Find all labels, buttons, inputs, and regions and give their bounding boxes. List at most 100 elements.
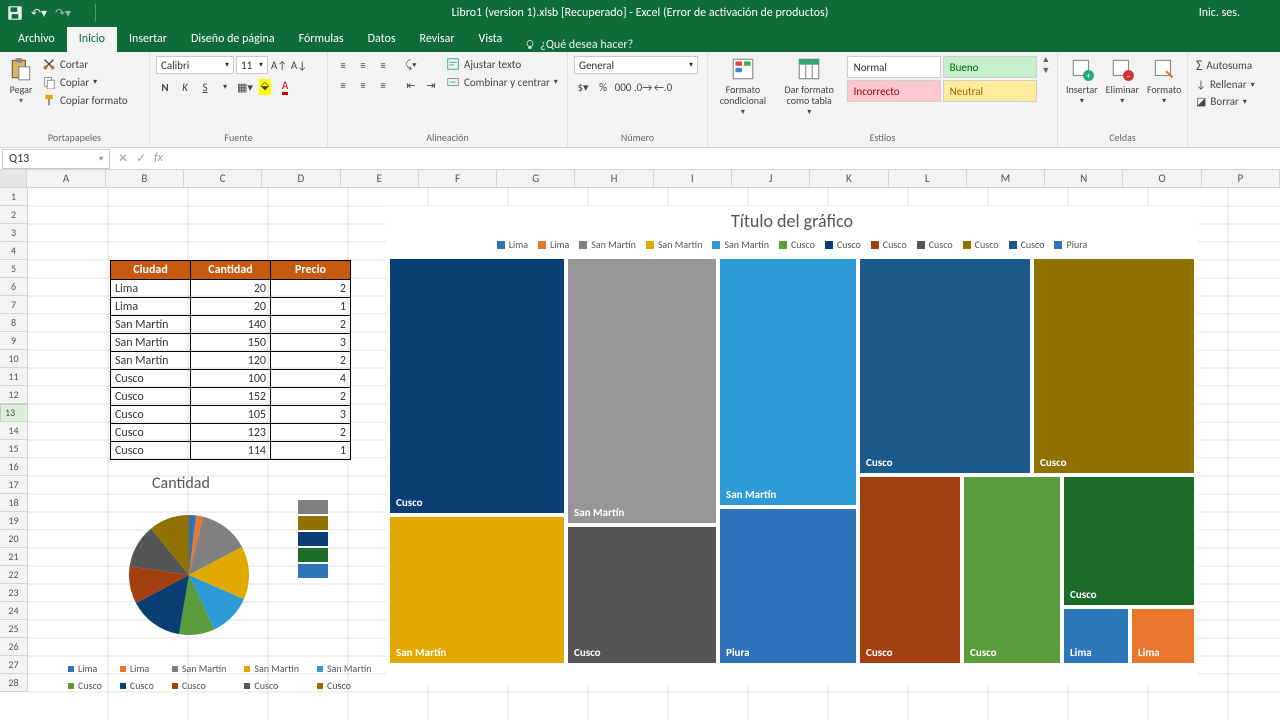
treemap-cell[interactable]: Cusco	[858, 257, 1032, 475]
row-header[interactable]: 2	[0, 206, 28, 224]
row-header[interactable]: 16	[0, 458, 28, 476]
row-header[interactable]: 3	[0, 224, 28, 242]
row-header[interactable]: 9	[0, 332, 28, 350]
select-all[interactable]	[0, 170, 27, 187]
table-row[interactable]: San Martín1202	[111, 352, 351, 370]
bold-button[interactable]: N	[156, 78, 174, 96]
row-header[interactable]: 7	[0, 296, 28, 314]
table-row[interactable]: Cusco1004	[111, 370, 351, 388]
tab-datos[interactable]: Datos	[356, 27, 408, 52]
tab-vista[interactable]: Vista	[467, 27, 515, 52]
percent-button[interactable]: %	[594, 78, 612, 96]
tab-formulas[interactable]: Fórmulas	[287, 27, 356, 52]
col-header[interactable]: P	[1202, 170, 1280, 187]
align-middle[interactable]: ≡	[354, 56, 372, 74]
shrink-font-button[interactable]: A↓	[290, 56, 308, 74]
font-name-select[interactable]: Calibri▾	[156, 56, 234, 74]
row-header[interactable]: 18	[0, 494, 28, 512]
treemap-cell[interactable]: Cusco	[1032, 257, 1196, 475]
col-header[interactable]: B	[106, 170, 184, 187]
dec-decimal[interactable]: ←.0	[654, 78, 672, 96]
col-header[interactable]: J	[732, 170, 810, 187]
autosuma-button[interactable]: ΣAutosuma	[1194, 56, 1257, 75]
fx-icon[interactable]: fx	[154, 151, 163, 166]
treemap-cell[interactable]: Cusco	[858, 475, 962, 665]
treemap-cell[interactable]: San Martín	[388, 515, 566, 665]
treemap-cell[interactable]: Lima	[1130, 607, 1196, 665]
col-header[interactable]: L	[889, 170, 967, 187]
row-header[interactable]: 19	[0, 512, 28, 530]
rellenar-button[interactable]: ↓Rellenar▾	[1194, 77, 1257, 92]
col-header[interactable]: O	[1123, 170, 1201, 187]
wrap-text-button[interactable]: Ajustar texto	[444, 56, 560, 72]
font-size-select[interactable]: 11▾	[236, 56, 268, 74]
italic-button[interactable]: K	[176, 78, 194, 96]
treemap-chart[interactable]: Título del gráfico LimaLimaSan MartínSan…	[386, 206, 1198, 686]
pie-chart[interactable]	[104, 500, 274, 654]
row-header[interactable]: 5	[0, 260, 28, 278]
indent-button[interactable]: ⇥	[422, 76, 440, 94]
row-header[interactable]: 22	[0, 566, 28, 584]
name-box[interactable]: Q13▾	[2, 149, 110, 169]
formato-button[interactable]: Formato▾	[1145, 54, 1183, 106]
row-header[interactable]: 20	[0, 530, 28, 548]
row-header[interactable]: 26	[0, 638, 28, 656]
align-center[interactable]: ≡	[354, 76, 372, 94]
copiar-button[interactable]: Copiar▾	[40, 74, 130, 90]
treemap-cell[interactable]: Cusco	[566, 525, 718, 665]
table-row[interactable]: Cusco1053	[111, 406, 351, 424]
table-row[interactable]: Cusco1522	[111, 388, 351, 406]
table-row[interactable]: San Martín1402	[111, 316, 351, 334]
row-header[interactable]: 25	[0, 620, 28, 638]
inc-decimal[interactable]: .0→	[634, 78, 652, 96]
row-header[interactable]: 17	[0, 476, 28, 494]
pegar-button[interactable]: Pegar ▾	[6, 54, 36, 106]
row-header[interactable]: 27	[0, 656, 28, 674]
table-row[interactable]: Cusco1232	[111, 424, 351, 442]
number-format-select[interactable]: General▾	[574, 56, 698, 74]
currency-button[interactable]: $▾	[574, 78, 592, 96]
treemap-cell[interactable]: Cusco	[962, 475, 1062, 665]
comma-button[interactable]: 000	[614, 78, 632, 96]
align-right[interactable]: ≡	[374, 76, 392, 94]
merge-center-button[interactable]: Combinar y centrar▾	[444, 74, 560, 90]
table-row[interactable]: Cusco1141	[111, 442, 351, 460]
style-normal[interactable]: Normal	[847, 56, 941, 78]
grow-font-button[interactable]: A↑	[270, 56, 288, 74]
col-header[interactable]: I	[654, 170, 732, 187]
row-header[interactable]: 11	[0, 368, 28, 386]
fill-color-button[interactable]: ⬙	[256, 78, 274, 96]
row-header[interactable]: 10	[0, 350, 28, 368]
row-header[interactable]: 24	[0, 602, 28, 620]
col-header[interactable]: C	[184, 170, 262, 187]
orientation-button[interactable]: ⤹▾	[402, 56, 420, 74]
col-header[interactable]: G	[497, 170, 575, 187]
tab-revisar[interactable]: Revisar	[408, 27, 467, 52]
tab-archivo[interactable]: Archivo	[6, 27, 67, 52]
align-top[interactable]: ≡	[334, 56, 352, 74]
col-header[interactable]: H	[575, 170, 653, 187]
row-header[interactable]: 4	[0, 242, 28, 260]
fmt-condicional-button[interactable]: Formato condicional▾	[714, 54, 772, 117]
row-header[interactable]: 28	[0, 674, 28, 692]
table-row[interactable]: San Martín1503	[111, 334, 351, 352]
treemap-cell[interactable]: Cusco	[1062, 475, 1196, 607]
copiar-formato-button[interactable]: Copiar formato	[40, 92, 130, 108]
col-header[interactable]: A	[27, 170, 105, 187]
treemap-cell[interactable]: San Martín	[566, 257, 718, 525]
outdent-button[interactable]: ⇤	[402, 76, 420, 94]
row-header[interactable]: 8	[0, 314, 28, 332]
tab-inicio[interactable]: Inicio	[67, 27, 117, 52]
row-header[interactable]: 12	[0, 386, 28, 404]
col-header[interactable]: K	[810, 170, 888, 187]
treemap-cell[interactable]: Piura	[718, 507, 858, 665]
col-header[interactable]: F	[419, 170, 497, 187]
align-bottom[interactable]: ≡	[374, 56, 392, 74]
row-header[interactable]: 15	[0, 440, 28, 458]
row-header[interactable]: 23	[0, 584, 28, 602]
row-header[interactable]: 21	[0, 548, 28, 566]
tab-diseno[interactable]: Diseño de página	[179, 27, 287, 52]
tab-insertar[interactable]: Insertar	[117, 27, 179, 52]
enter-icon[interactable]: ✓	[136, 151, 146, 166]
underline-button[interactable]: S	[196, 78, 214, 96]
